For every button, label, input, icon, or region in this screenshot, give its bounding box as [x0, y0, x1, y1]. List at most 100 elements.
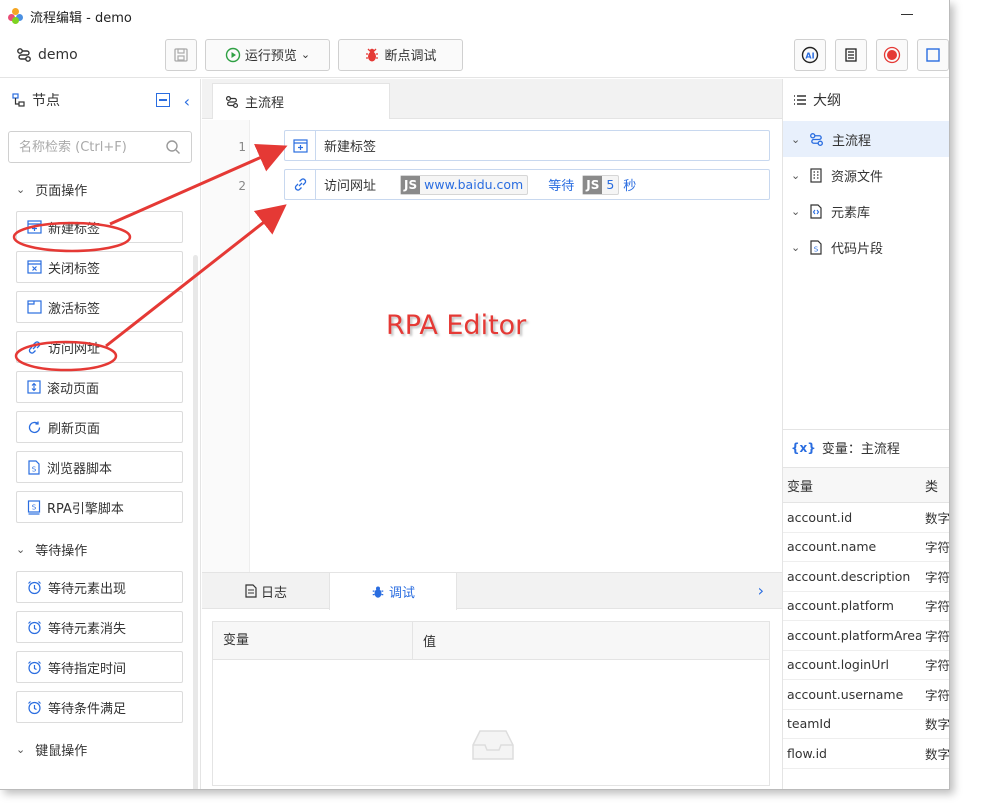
chevron-down-icon: ⌄ [791, 132, 801, 146]
node-wait-condition[interactable]: 等待条件满足 [16, 691, 183, 723]
collapse-all-icon[interactable] [156, 93, 170, 107]
chevron-left-icon[interactable]: ‹ [184, 92, 190, 111]
url-value: www.baidu.com [424, 177, 524, 192]
outline-item-main-flow[interactable]: ⌄ 主流程 [783, 121, 949, 157]
outline-item-resources[interactable]: ⌄ 资源文件 [783, 157, 949, 193]
node-close-tab[interactable]: 关闭标签 [16, 251, 183, 283]
table-row[interactable]: account.platformArea 字符 [783, 621, 949, 651]
tab-main-flow[interactable]: 主流程 [212, 83, 390, 119]
node-rpa-engine-script[interactable]: S RPA引擎脚本 [16, 491, 183, 523]
step-label: 新建标签 [324, 140, 377, 155]
alarm-clock-icon [28, 620, 41, 634]
outline-item-element-library[interactable]: ⌄ 元素库 [783, 193, 949, 229]
panel-icon [926, 48, 940, 62]
variable-name: account.description [787, 568, 911, 584]
tab-label: 日志 [260, 585, 287, 601]
table-row[interactable]: account.username 字符 [783, 680, 949, 710]
window-title: 流程编辑 - demo [30, 10, 132, 26]
node-wait-element-disappear[interactable]: 等待元素消失 [16, 611, 183, 643]
variable-name: flow.id [787, 745, 827, 761]
variable-type: 字符 [925, 569, 950, 585]
node-label: 访问网址 [48, 341, 101, 357]
step-visit-url[interactable]: 访问网址 JS www.baidu.com 等待 JS 5 秒 [284, 169, 770, 200]
line-number: 1 [238, 140, 246, 154]
record-button[interactable] [876, 39, 908, 71]
node-new-tab[interactable]: 新建标签 [16, 211, 183, 243]
flow-canvas[interactable]: 1 2 新建标签 访问网址 JS www.baidu.com 等待 JS 5 秒… [202, 120, 782, 572]
table-row[interactable]: account.id 数字 [783, 503, 949, 533]
chevron-right-icon[interactable]: › [758, 581, 764, 600]
tab-label: 调试 [388, 586, 415, 601]
close-tab-icon [27, 260, 42, 274]
debug-button[interactable]: 断点调试 [338, 38, 463, 71]
group-page-ops[interactable]: ⌄ 页面操作 [0, 171, 200, 207]
chevron-down-icon: ⌄ [16, 182, 26, 196]
url-value-chip[interactable]: JS www.baidu.com [400, 174, 529, 195]
variable-name: account.platformArea [787, 627, 921, 643]
variables-table-header: 变量 类 [783, 467, 949, 503]
variable-type: 字符 [925, 658, 950, 674]
minimize-button[interactable] [901, 14, 913, 15]
node-refresh-page[interactable]: 刷新页面 [16, 411, 183, 443]
save-icon [174, 47, 188, 62]
variable-name: account.username [787, 686, 904, 702]
group-wait-ops[interactable]: ⌄ 等待操作 [0, 531, 200, 567]
search-icon[interactable] [165, 139, 181, 155]
wait-value-chip[interactable]: JS 5 [582, 174, 620, 195]
new-tab-icon [285, 131, 316, 160]
svg-text:S: S [32, 503, 37, 511]
chevron-down-icon: ⌄ [791, 204, 801, 218]
node-visit-url[interactable]: 访问网址 [16, 331, 183, 363]
chevron-down-icon: ⌄ [300, 48, 311, 61]
table-row[interactable]: account.description 字符 [783, 562, 950, 592]
run-preview-button[interactable]: 运行预览 ⌄ [205, 38, 330, 71]
group-mouse-keyboard-ops[interactable]: ⌄ 键鼠操作 [0, 731, 200, 767]
column-header-variable: 变量 [787, 479, 814, 495]
node-label: 新建标签 [48, 221, 101, 237]
node-panel-header: 节点 ‹ [0, 79, 200, 121]
save-button[interactable] [165, 38, 197, 71]
activate-tab-icon [27, 300, 42, 314]
step-new-tab[interactable]: 新建标签 [284, 130, 770, 161]
node-activate-tab[interactable]: 激活标签 [16, 291, 183, 323]
alarm-clock-icon [28, 700, 41, 714]
node-search-input[interactable] [19, 139, 159, 155]
variable-name: account.loginUrl [787, 657, 889, 673]
tab-debug[interactable]: 调试 [329, 573, 457, 610]
outline-label: 元素库 [831, 205, 871, 221]
node-label: 等待元素出现 [48, 581, 127, 597]
node-wait-time[interactable]: 等待指定时间 [16, 651, 183, 683]
variable-name: account.id [787, 509, 853, 525]
table-row[interactable]: account.loginUrl 字符 [783, 651, 950, 680]
document-icon [245, 584, 257, 598]
panel-toggle-button[interactable] [917, 39, 949, 71]
variable-name: account.name [787, 539, 877, 555]
node-label: 等待指定时间 [48, 661, 127, 677]
table-row[interactable]: account.name 字符 [783, 533, 949, 562]
node-scroll-page[interactable]: 滚动页面 [16, 371, 183, 403]
node-label: 刷新页面 [48, 421, 101, 437]
node-panel-scrollbar[interactable] [193, 255, 198, 789]
node-wait-element-appear[interactable]: 等待元素出现 [16, 571, 183, 603]
title-bar: 流程编辑 - demo [0, 0, 949, 32]
node-label: 关闭标签 [48, 261, 101, 277]
svg-text:S: S [32, 465, 37, 473]
variable-type: 字符 [925, 599, 950, 615]
run-preview-label: 运行预览 [244, 49, 297, 64]
outline-item-snippets[interactable]: ⌄ S 代码片段 [783, 229, 949, 265]
notes-button[interactable] [835, 39, 867, 71]
group-title: 键鼠操作 [35, 743, 88, 759]
table-row[interactable]: account.platform 字符 [783, 592, 950, 621]
outline-label: 主流程 [832, 133, 872, 149]
flow-editor: 主流程 1 2 新建标签 访问网址 JS www.baidu.com 等待 JS… [202, 79, 782, 789]
variables-title: 变量：主流程 [821, 442, 900, 457]
outline-label: 代码片段 [831, 241, 884, 257]
variable-type: 数字 [925, 746, 950, 762]
outline-panel: 大纲 ⌄ 主流程 ⌄ 资源文件 ⌄ 元素库 ⌄ S 代码片段 {x} 变量：主流… [782, 79, 950, 789]
table-row[interactable]: flow.id 数字 [783, 739, 950, 769]
tab-log[interactable]: 日志 [202, 573, 330, 609]
ai-button[interactable]: AI [794, 39, 826, 71]
node-panel: 节点 ‹ ⌄ 页面操作 新建标签 关闭标签 激活标签 访问网址 [0, 79, 201, 789]
table-row[interactable]: teamId 数字 [783, 710, 949, 739]
node-browser-script[interactable]: S 浏览器脚本 [16, 451, 183, 483]
